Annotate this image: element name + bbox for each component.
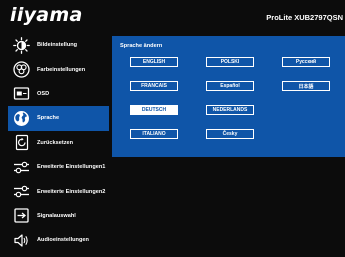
sidebar-item-erweiterte-einstellungen1[interactable]: Erweiterte Einstellungen1 xyxy=(12,155,107,179)
sliders-icon xyxy=(12,158,30,176)
model-name: ProLite XUB2797QSN xyxy=(266,13,343,22)
osd-menu: iiyama ProLite XUB2797QSN Bildeinstellun… xyxy=(0,0,345,257)
sidebar-item-label: Zurücksetzen xyxy=(37,139,74,146)
speaker-icon xyxy=(12,231,30,249)
lang-option-cesky[interactable]: Česky xyxy=(206,129,254,139)
sidebar-item-label: Signalauswahl xyxy=(37,212,76,219)
sidebar-item-label: Sprache xyxy=(37,115,60,122)
globe-icon xyxy=(12,109,30,127)
lang-option-italiano[interactable]: ITALIANO xyxy=(130,129,178,139)
sidebar-item-farbeinstellungen[interactable]: Farbeinstellungen xyxy=(12,57,107,81)
sidebar-item-label: Farbeinstellungen xyxy=(37,66,86,73)
lang-option-espanol[interactable]: Español xyxy=(206,81,254,91)
lang-option-deutsch[interactable]: DEUTSCH xyxy=(130,105,178,115)
color-palette-icon xyxy=(12,61,30,79)
sidebar-item-signalauswahl[interactable]: Signalauswahl xyxy=(12,204,107,228)
sidebar-item-label: Bildeinstellung xyxy=(37,42,78,49)
sidebar-menu: Bildeinstellung Farbeinstellungen OSD Sp… xyxy=(8,33,109,253)
reset-icon xyxy=(12,134,30,152)
lang-option-polski[interactable]: POLSKI xyxy=(206,57,254,67)
sidebar-item-label: OSD xyxy=(37,90,50,97)
header: iiyama ProLite XUB2797QSN xyxy=(0,0,345,30)
lang-option-russian[interactable]: Русский xyxy=(282,57,330,67)
sliders-icon xyxy=(12,183,30,201)
sidebar-item-label: Erweiterte Einstellungen1 xyxy=(37,164,106,171)
brightness-icon xyxy=(12,36,30,54)
sidebar-item-label: Erweiterte Einstellungen2 xyxy=(37,188,106,195)
lang-option-nederlands[interactable]: NEDERLANDS xyxy=(206,105,254,115)
sidebar-item-zuruecksetzen[interactable]: Zurücksetzen xyxy=(12,131,107,155)
input-signal-icon xyxy=(12,207,30,225)
language-panel: Sprache ändern ENGLISH POLSKI Русский FR… xyxy=(112,36,345,157)
sidebar-item-osd[interactable]: OSD xyxy=(12,82,107,106)
sidebar-item-bildeinstellung[interactable]: Bildeinstellung xyxy=(12,33,107,57)
sidebar-item-label: Audioeinstellungen xyxy=(37,237,89,244)
lang-option-english[interactable]: ENGLISH xyxy=(130,57,178,67)
brand-logo: iiyama xyxy=(10,4,83,26)
sidebar-item-sprache[interactable]: Sprache xyxy=(8,106,109,131)
lang-option-francais[interactable]: FRANCAIS xyxy=(130,81,178,91)
panel-title: Sprache ändern xyxy=(120,43,163,49)
osd-icon xyxy=(12,85,30,103)
sidebar-item-erweiterte-einstellungen2[interactable]: Erweiterte Einstellungen2 xyxy=(12,179,107,203)
sidebar-item-audioeinstellungen[interactable]: Audioeinstellungen xyxy=(12,228,107,252)
lang-option-japanese[interactable]: 日本語 xyxy=(282,81,330,91)
